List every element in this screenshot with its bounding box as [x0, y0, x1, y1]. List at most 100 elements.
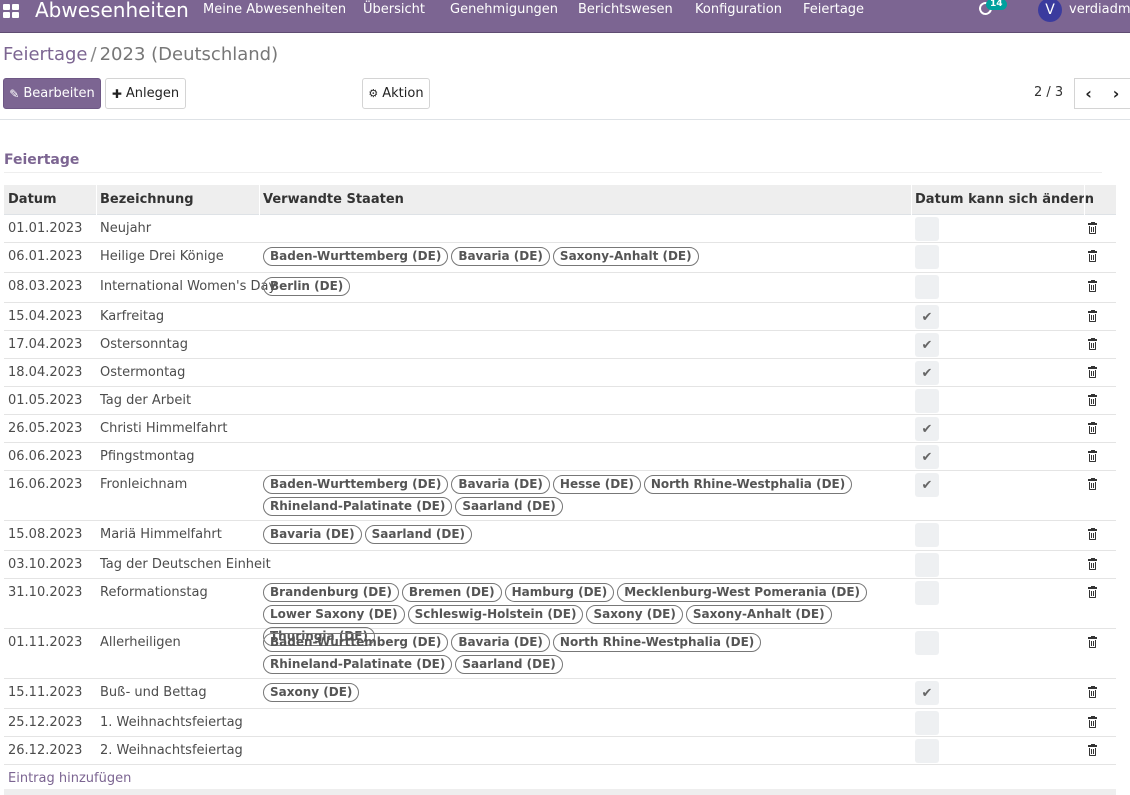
- trash-icon[interactable]: [1087, 310, 1099, 324]
- add-line-link[interactable]: Eintrag hinzufügen: [8, 771, 131, 786]
- table-row[interactable]: 16.06.2023 Fronleichnam Baden-Wurttemberg …: [4, 471, 1116, 521]
- trash-icon[interactable]: [1087, 366, 1099, 380]
- menu-genehmigungen[interactable]: Genehmigungen: [450, 2, 558, 17]
- state-tag[interactable]: Saarland (DE): [455, 655, 563, 674]
- state-tag[interactable]: North Rhine-Westphalia (DE): [552, 633, 762, 652]
- date-may-change-checkbox[interactable]: [915, 739, 939, 763]
- state-tag[interactable]: Brandenburg (DE): [263, 583, 399, 602]
- trash-icon[interactable]: [1087, 338, 1099, 352]
- menu-uebersicht[interactable]: Übersicht: [363, 2, 425, 17]
- date-may-change-checkbox[interactable]: ✔: [915, 417, 939, 441]
- breadcrumb-parent[interactable]: Feiertage: [3, 44, 88, 65]
- table-row[interactable]: 01.11.2023 Allerheiligen Baden-Wurttemberg…: [4, 629, 1116, 679]
- trash-icon[interactable]: [1087, 716, 1099, 730]
- date-may-change-checkbox[interactable]: ✔: [915, 305, 939, 329]
- date-may-change-checkbox[interactable]: [915, 711, 939, 735]
- state-tag[interactable]: Bavaria (DE): [451, 633, 550, 652]
- date-may-change-checkbox[interactable]: ✔: [915, 445, 939, 469]
- apps-icon[interactable]: [3, 4, 19, 18]
- date-may-change-checkbox[interactable]: [915, 523, 939, 547]
- trash-icon[interactable]: [1087, 636, 1099, 650]
- state-tag[interactable]: Bremen (DE): [401, 583, 502, 602]
- state-tag[interactable]: Baden-Wurttemberg (DE): [263, 247, 449, 266]
- table-row[interactable]: 18.04.2023 Ostermontag ✔: [4, 359, 1116, 387]
- date-may-change-checkbox[interactable]: [915, 389, 939, 413]
- table-row[interactable]: 03.10.2023 Tag der Deutschen Einheit: [4, 551, 1116, 579]
- trash-icon[interactable]: [1087, 744, 1099, 758]
- section-title[interactable]: Feiertage: [4, 152, 79, 168]
- state-tag[interactable]: Baden-Wurttemberg (DE): [263, 633, 449, 652]
- state-tag[interactable]: Lower Saxony (DE): [263, 605, 405, 624]
- trash-icon[interactable]: [1087, 558, 1099, 572]
- action-button[interactable]: ⚙ Aktion: [362, 78, 430, 109]
- date-may-change-checkbox[interactable]: [915, 245, 939, 269]
- state-tag[interactable]: Bavaria (DE): [263, 525, 362, 544]
- date-may-change-checkbox[interactable]: [915, 217, 939, 241]
- trash-icon[interactable]: [1087, 686, 1099, 700]
- trash-icon[interactable]: [1087, 250, 1099, 264]
- trash-icon[interactable]: [1087, 586, 1099, 600]
- table-row[interactable]: 06.06.2023 Pfingstmontag ✔: [4, 443, 1116, 471]
- menu-meine-abwesenheiten[interactable]: Meine Abwesenheiten: [203, 2, 346, 17]
- date-may-change-checkbox[interactable]: [915, 275, 939, 299]
- state-tag[interactable]: Bavaria (DE): [451, 475, 550, 494]
- table-row[interactable]: 15.11.2023 Buß- und Bettag Saxony (DE) ✔: [4, 679, 1116, 709]
- column-header-bezeichnung[interactable]: Bezeichnung: [96, 185, 194, 215]
- trash-icon[interactable]: [1087, 394, 1099, 408]
- pager-next-button[interactable]: ›: [1102, 78, 1130, 109]
- edit-button[interactable]: ✎ Bearbeiten: [3, 78, 101, 109]
- table-row[interactable]: 25.12.2023 1. Weihnachtsfeiertag: [4, 709, 1116, 737]
- table-row[interactable]: 17.04.2023 Ostersonntag ✔: [4, 331, 1116, 359]
- date-may-change-checkbox[interactable]: [915, 581, 939, 605]
- state-tag[interactable]: Saarland (DE): [455, 497, 563, 516]
- create-button[interactable]: ✚ Anlegen: [105, 78, 186, 109]
- trash-icon[interactable]: [1087, 422, 1099, 436]
- state-tag[interactable]: Mecklenburg-West Pomerania (DE): [617, 583, 868, 602]
- date-may-change-checkbox[interactable]: [915, 631, 939, 655]
- state-tag[interactable]: Hesse (DE): [552, 475, 641, 494]
- column-header-verwandte-staaten[interactable]: Verwandte Staaten: [259, 185, 404, 215]
- state-tag[interactable]: Schleswig-Holstein (DE): [407, 605, 584, 624]
- menu-berichtswesen[interactable]: Berichtswesen: [578, 2, 673, 17]
- table-row[interactable]: 06.01.2023 Heilige Drei Könige Baden-Wurtt…: [4, 243, 1116, 273]
- table-row[interactable]: 15.08.2023 Mariä Himmelfahrt Bavaria (DE) S…: [4, 521, 1116, 551]
- state-tag[interactable]: North Rhine-Westphalia (DE): [643, 475, 853, 494]
- date-may-change-checkbox[interactable]: ✔: [915, 333, 939, 357]
- app-title[interactable]: Abwesenheiten: [35, 0, 189, 22]
- date-may-change-checkbox[interactable]: ✔: [915, 473, 939, 497]
- table-row[interactable]: 01.01.2023 Neujahr: [4, 215, 1116, 243]
- state-tag[interactable]: Rhineland-Palatinate (DE): [263, 655, 453, 674]
- state-tag[interactable]: Baden-Wurttemberg (DE): [263, 475, 449, 494]
- table-row[interactable]: 26.12.2023 2. Weihnachtsfeiertag: [4, 737, 1116, 765]
- trash-icon[interactable]: [1087, 478, 1099, 492]
- state-tag[interactable]: Saxony-Anhalt (DE): [552, 247, 699, 266]
- table-row[interactable]: 01.05.2023 Tag der Arbeit: [4, 387, 1116, 415]
- table-row[interactable]: 08.03.2023 International Women's Day Berli…: [4, 273, 1116, 303]
- table-row[interactable]: 26.05.2023 Christi Himmelfahrt ✔: [4, 415, 1116, 443]
- state-tag[interactable]: Hamburg (DE): [504, 583, 615, 602]
- state-tag[interactable]: Rhineland-Palatinate (DE): [263, 497, 453, 516]
- pager-value[interactable]: 2 / 3: [1034, 85, 1063, 100]
- state-tag[interactable]: Saxony-Anhalt (DE): [685, 605, 832, 624]
- trash-icon[interactable]: [1087, 222, 1099, 236]
- state-tag[interactable]: Saarland (DE): [364, 525, 473, 544]
- column-header-datum-kann-sich-aendern[interactable]: Datum kann sich ändern: [911, 185, 1094, 215]
- trash-icon[interactable]: [1087, 528, 1099, 542]
- date-may-change-checkbox[interactable]: ✔: [915, 681, 939, 705]
- date-may-change-checkbox[interactable]: ✔: [915, 361, 939, 385]
- user-menu[interactable]: verdiadmin: [1069, 2, 1130, 17]
- column-header-datum[interactable]: Datum: [4, 185, 57, 215]
- state-tag[interactable]: Saxony (DE): [586, 605, 683, 624]
- trash-icon[interactable]: [1087, 450, 1099, 464]
- trash-icon[interactable]: [1087, 280, 1099, 294]
- table-row[interactable]: 31.10.2023 Reformationstag Brandenburg (DE…: [4, 579, 1116, 646]
- pager-previous-button[interactable]: ‹: [1074, 78, 1103, 109]
- avatar[interactable]: V: [1038, 0, 1062, 22]
- state-tag[interactable]: Berlin (DE): [263, 277, 351, 296]
- state-tag[interactable]: Bavaria (DE): [451, 247, 550, 266]
- menu-feiertage[interactable]: Feiertage: [803, 2, 864, 17]
- date-may-change-checkbox[interactable]: [915, 553, 939, 577]
- state-tag[interactable]: Saxony (DE): [263, 683, 360, 702]
- menu-konfiguration[interactable]: Konfiguration: [695, 2, 782, 17]
- table-row[interactable]: 15.04.2023 Karfreitag ✔: [4, 303, 1116, 331]
